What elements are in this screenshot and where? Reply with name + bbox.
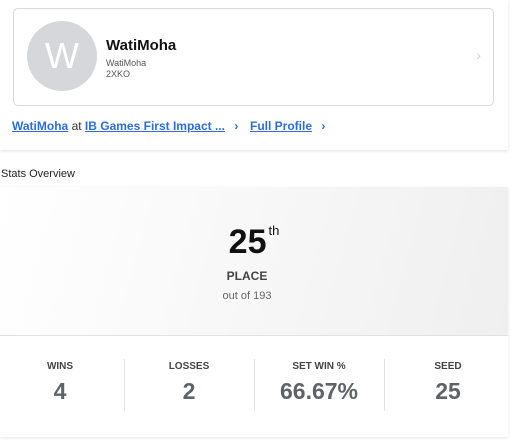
stat-label: SET WIN %: [292, 361, 346, 372]
stat-label: LOSSES: [168, 361, 210, 372]
place-label: PLACE: [226, 269, 268, 283]
stat-set-win-percent: SET WIN % 66.67%: [258, 336, 380, 436]
stats-overview-title: Stats Overview: [1, 168, 75, 180]
place-suffix: th: [268, 223, 280, 238]
stat-value: 25: [435, 378, 461, 404]
stat-value: 2: [182, 378, 196, 404]
stats-card: 25th PLACE out of 193 WINS 4 LOSSES 2 SE…: [0, 187, 508, 437]
event-link[interactable]: IB Games First Impact ...: [85, 119, 225, 133]
stat-losses: LOSSES 2: [128, 336, 250, 436]
stat-value: 66.67%: [279, 378, 358, 404]
player-name: WatiMoha: [106, 37, 177, 54]
divider: [124, 359, 125, 411]
placement-panel: 25th PLACE out of 193: [0, 187, 508, 336]
divider: [384, 359, 385, 411]
stat-seed: SEED 25: [388, 336, 508, 436]
chevron-right-icon: ›: [321, 119, 326, 133]
place-out-of: out of 193: [222, 290, 272, 302]
divider: [254, 359, 255, 411]
stat-value: 4: [53, 378, 67, 404]
player-profile-row[interactable]: W WatiMoha WatiMoha 2XKO ›: [13, 8, 494, 106]
event-link-row: WatiMoha at IB Games First Impact ... ›: [12, 119, 238, 133]
stat-wins: WINS 4: [0, 336, 120, 436]
player-handle: WatiMoha: [106, 58, 147, 68]
chevron-right-icon: ›: [476, 47, 481, 63]
player-card: W WatiMoha WatiMoha 2XKO › WatiMoha at I…: [0, 0, 508, 150]
place-number: 25th: [0, 223, 508, 262]
full-profile-link[interactable]: Full Profile: [250, 119, 312, 133]
chevron-right-icon: ›: [234, 119, 239, 133]
at-text: at: [71, 119, 82, 133]
full-profile-row: Full Profile ›: [250, 119, 325, 133]
stat-label: WINS: [46, 361, 74, 372]
player-link[interactable]: WatiMoha: [12, 119, 68, 133]
stat-label: SEED: [434, 361, 462, 372]
place-value: 25: [228, 223, 267, 261]
avatar: W: [27, 21, 97, 91]
player-game: 2XKO: [106, 69, 131, 79]
